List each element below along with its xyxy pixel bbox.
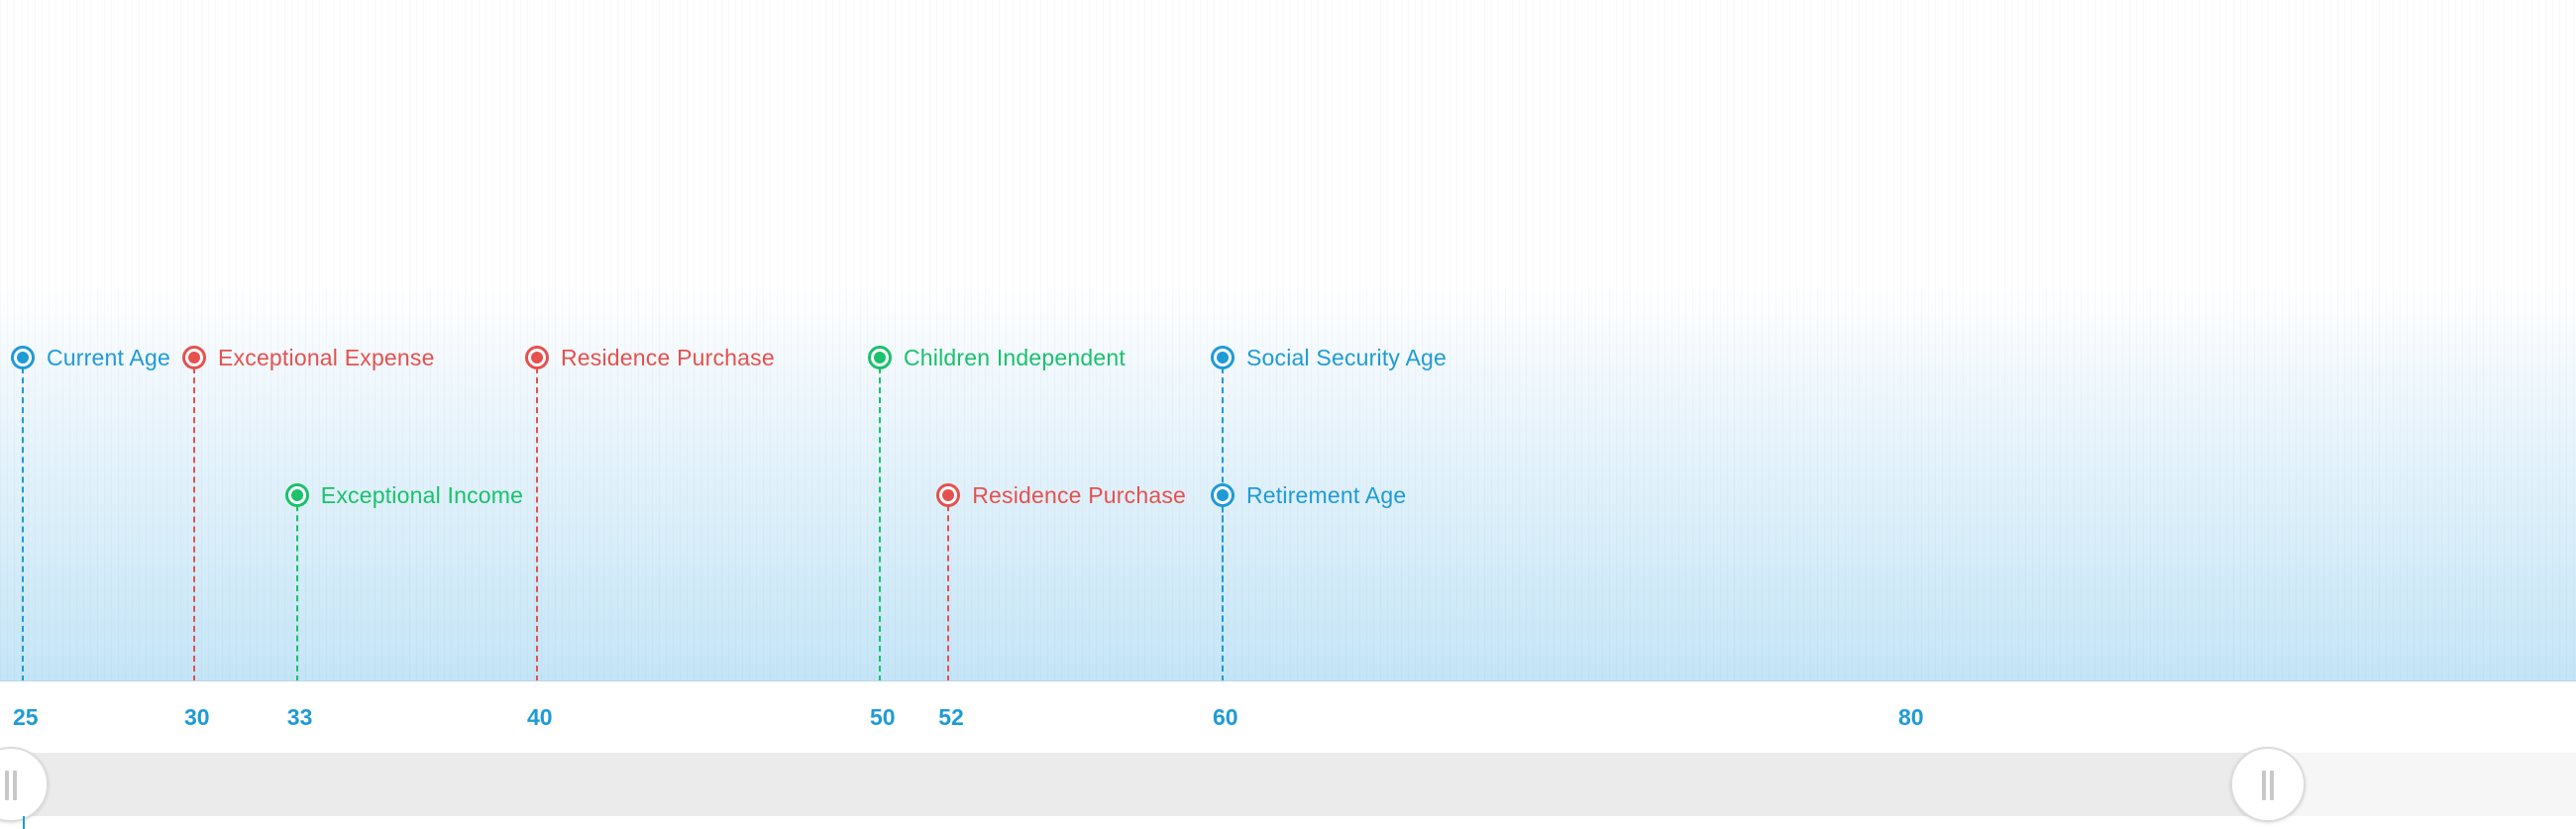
event-line-5 [947,495,950,681]
event-marker-icon[interactable] [525,346,549,369]
event-label[interactable]: Residence Purchase [972,481,1186,509]
age-tick-label: 30 [184,704,210,730]
event-marker-icon[interactable] [936,483,961,507]
event-line-0 [22,358,24,681]
grip-icon [13,771,17,800]
event-line-7 [1222,495,1224,681]
event-label[interactable]: Exceptional Expense [218,344,435,371]
chart-baseline [0,680,2576,681]
chart-background-stripes [0,0,2576,681]
event-label[interactable]: Children Independent [904,344,1126,371]
age-tick-label: 40 [527,704,553,730]
life-events-timeline: Current Age Exceptional Expense Exceptiona… [0,0,2576,829]
timeline-chart-area: Current Age Exceptional Expense Exceptiona… [0,0,2576,681]
grip-icon [2262,771,2266,800]
event-label[interactable]: Residence Purchase [561,344,775,371]
event-marker-icon[interactable] [11,346,35,369]
age-tick-label: 80 [1898,704,1924,730]
event-marker-icon[interactable] [868,346,892,369]
event-line-4 [879,358,881,681]
age-tick-label: 25 [13,704,39,730]
event-marker-icon[interactable] [1211,346,1234,369]
grip-icon [5,771,9,800]
age-tick-label: 60 [1213,704,1238,730]
grip-icon [2270,771,2274,800]
event-line-2 [295,495,298,681]
event-line-3 [536,358,538,681]
age-tick-label: 50 [870,704,896,730]
range-slider-selection[interactable] [0,753,2269,816]
event-marker-icon[interactable] [1211,483,1234,507]
age-tick-label: 52 [938,704,964,730]
event-label[interactable]: Exceptional Income [321,481,523,509]
event-line-1 [193,358,195,681]
event-marker-icon[interactable] [182,346,206,369]
range-slider-end-handle[interactable] [2230,747,2306,822]
event-label[interactable]: Retirement Age [1246,481,1406,509]
current-age-cursor [23,816,25,829]
age-tick-label: 33 [286,704,313,730]
event-label[interactable]: Social Security Age [1246,344,1447,371]
event-marker-icon[interactable] [284,483,309,507]
event-label[interactable]: Current Age [47,344,170,371]
